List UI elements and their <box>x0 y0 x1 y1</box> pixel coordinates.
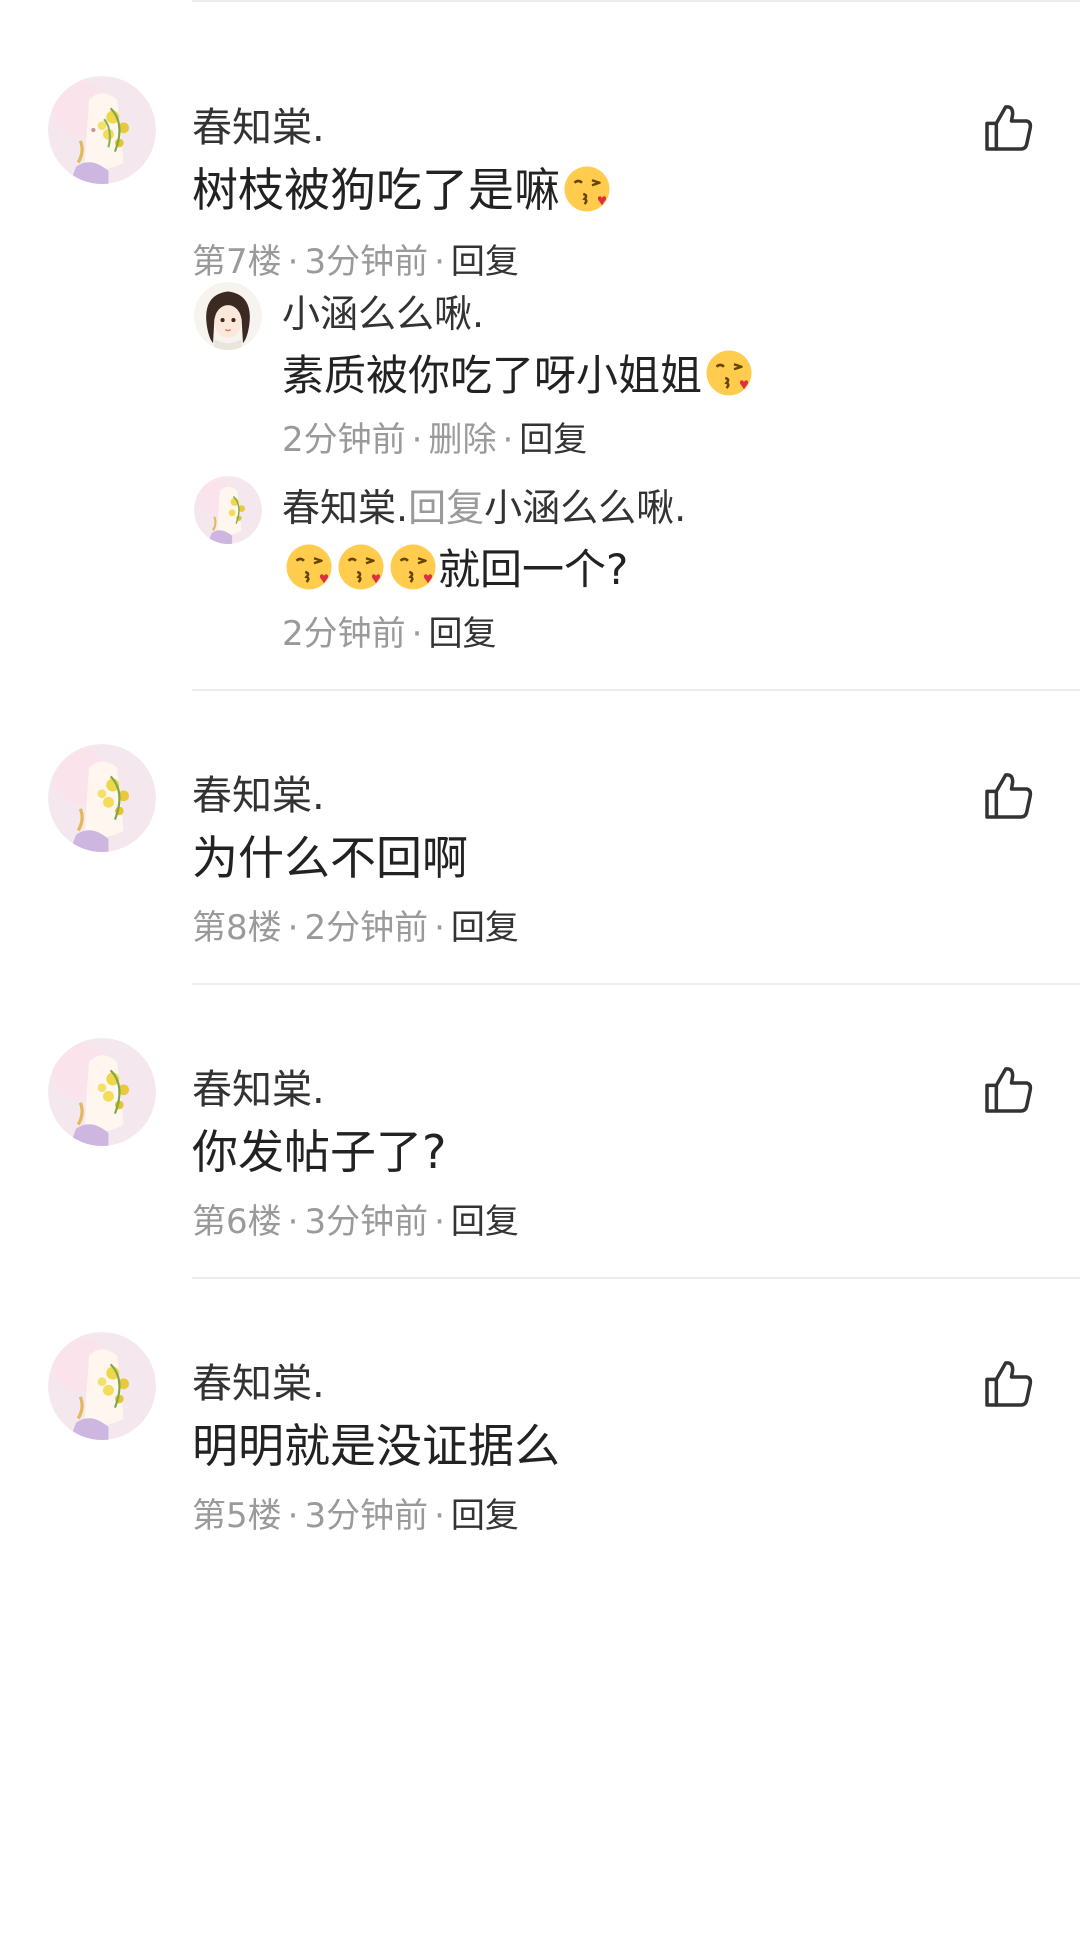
like-button[interactable] <box>980 1062 1036 1118</box>
timestamp: 2分钟前 <box>282 420 406 460</box>
face-blowing-kiss-emoji <box>284 542 334 592</box>
separator: · <box>411 420 423 460</box>
floor-number: 第5楼 <box>192 1496 282 1536</box>
reply-username: 春知棠.回复小涵么么啾. <box>282 484 686 532</box>
separator: · <box>287 1496 299 1536</box>
thumbs-up-icon <box>985 1067 1033 1113</box>
username[interactable]: 春知棠. <box>192 1066 325 1114</box>
floor-number: 第7楼 <box>192 242 282 282</box>
avatar[interactable] <box>48 1332 156 1440</box>
avatar[interactable] <box>48 76 156 184</box>
avatar[interactable] <box>194 282 262 350</box>
comment-text: 明明就是没证据么 <box>192 1419 560 1473</box>
separator: · <box>434 242 445 282</box>
reply-meta: 2分钟前 · 回复 <box>282 612 496 656</box>
like-button[interactable] <box>980 100 1036 156</box>
divider <box>192 0 1080 2</box>
separator: · <box>434 1202 445 1242</box>
separator: · <box>287 908 299 948</box>
timestamp: 2分钟前 <box>304 908 429 948</box>
comment-meta: 第6楼 · 3分钟前 · 回复 <box>192 1200 519 1244</box>
divider <box>192 983 1080 985</box>
reply-button[interactable]: 回复 <box>519 420 587 460</box>
separator: · <box>411 614 423 654</box>
reply-username[interactable]: 小涵么么啾. <box>282 290 484 338</box>
delete-button[interactable]: 删除 <box>428 420 496 460</box>
reply-button[interactable]: 回复 <box>451 1202 519 1242</box>
divider <box>192 1277 1080 1279</box>
floor-number: 第6楼 <box>192 1202 282 1242</box>
face-blowing-kiss-emoji <box>562 164 612 214</box>
reply-meta: 2分钟前 · 删除 · 回复 <box>282 418 587 462</box>
username[interactable]: 春知棠. <box>192 104 325 152</box>
thumbs-up-icon <box>985 1361 1033 1407</box>
timestamp: 3分钟前 <box>304 242 429 282</box>
comment-text: 树枝被狗吃了是嘛 <box>192 160 612 220</box>
thumbs-up-icon <box>985 105 1033 151</box>
timestamp: 2分钟前 <box>282 614 406 654</box>
reply-text: 素质被你吃了呀小姐姐 <box>282 348 754 404</box>
comment-text: 你发帖子了? <box>192 1125 447 1179</box>
timestamp: 3分钟前 <box>304 1202 429 1242</box>
separator: · <box>287 1202 299 1242</box>
reply-text: 就回一个? <box>282 542 628 598</box>
avatar[interactable] <box>48 1038 156 1146</box>
like-button[interactable] <box>980 768 1036 824</box>
reply-button[interactable]: 回复 <box>451 242 519 282</box>
separator: · <box>434 1496 445 1536</box>
comment-meta: 第7楼 · 3分钟前 · 回复 <box>192 240 519 284</box>
separator: · <box>434 908 445 948</box>
face-blowing-kiss-emoji <box>388 542 438 592</box>
reply-button[interactable]: 回复 <box>451 1496 519 1536</box>
reply-button[interactable]: 回复 <box>451 908 519 948</box>
timestamp: 3分钟前 <box>304 1496 429 1536</box>
username[interactable]: 春知棠. <box>192 1360 325 1408</box>
username[interactable]: 春知棠. <box>192 772 325 820</box>
avatar[interactable] <box>194 476 262 544</box>
divider <box>192 689 1080 691</box>
separator: · <box>287 242 299 282</box>
reply-word: 回复 <box>408 486 485 530</box>
face-blowing-kiss-emoji <box>704 348 754 398</box>
reply-button[interactable]: 回复 <box>428 614 496 654</box>
reply-author[interactable]: 春知棠. <box>282 486 408 530</box>
reply-target[interactable]: 小涵么么啾. <box>484 486 686 530</box>
separator: · <box>502 420 514 460</box>
avatar[interactable] <box>48 744 156 852</box>
like-button[interactable] <box>980 1356 1036 1412</box>
comment-text: 为什么不回啊 <box>192 831 468 885</box>
face-blowing-kiss-emoji <box>336 542 386 592</box>
comment-meta: 第8楼 · 2分钟前 · 回复 <box>192 906 519 950</box>
comment-meta: 第5楼 · 3分钟前 · 回复 <box>192 1494 519 1538</box>
thumbs-up-icon <box>985 773 1033 819</box>
floor-number: 第8楼 <box>192 908 282 948</box>
comment-list: 春知棠. 树枝被狗吃了是嘛 第7楼 · 3分钟前 · 回复 小涵么么啾. 素质被你 <box>0 0 1080 1943</box>
